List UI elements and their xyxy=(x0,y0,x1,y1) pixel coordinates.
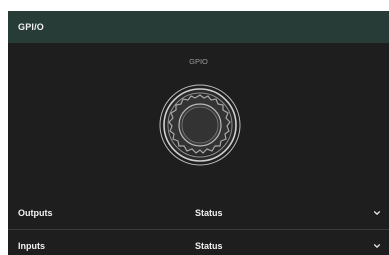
gpio-panel: GPI/O GPIO Outputs Status Inputs Status xyxy=(8,11,389,255)
chevron-down-icon[interactable] xyxy=(373,209,381,217)
chevron-down-icon[interactable] xyxy=(373,242,381,250)
section-inputs[interactable]: Inputs Status xyxy=(8,230,389,255)
gpio-connector-icon xyxy=(159,84,241,166)
section-name: Outputs xyxy=(18,208,53,218)
section-name: Inputs xyxy=(18,241,45,251)
connector-label: GPIO xyxy=(189,57,208,66)
section-status-label: Status xyxy=(195,241,223,251)
panel-title: GPI/O xyxy=(18,22,45,32)
panel-header: GPI/O xyxy=(8,11,389,43)
section-status-label: Status xyxy=(195,208,223,218)
section-outputs[interactable]: Outputs Status xyxy=(8,197,389,230)
